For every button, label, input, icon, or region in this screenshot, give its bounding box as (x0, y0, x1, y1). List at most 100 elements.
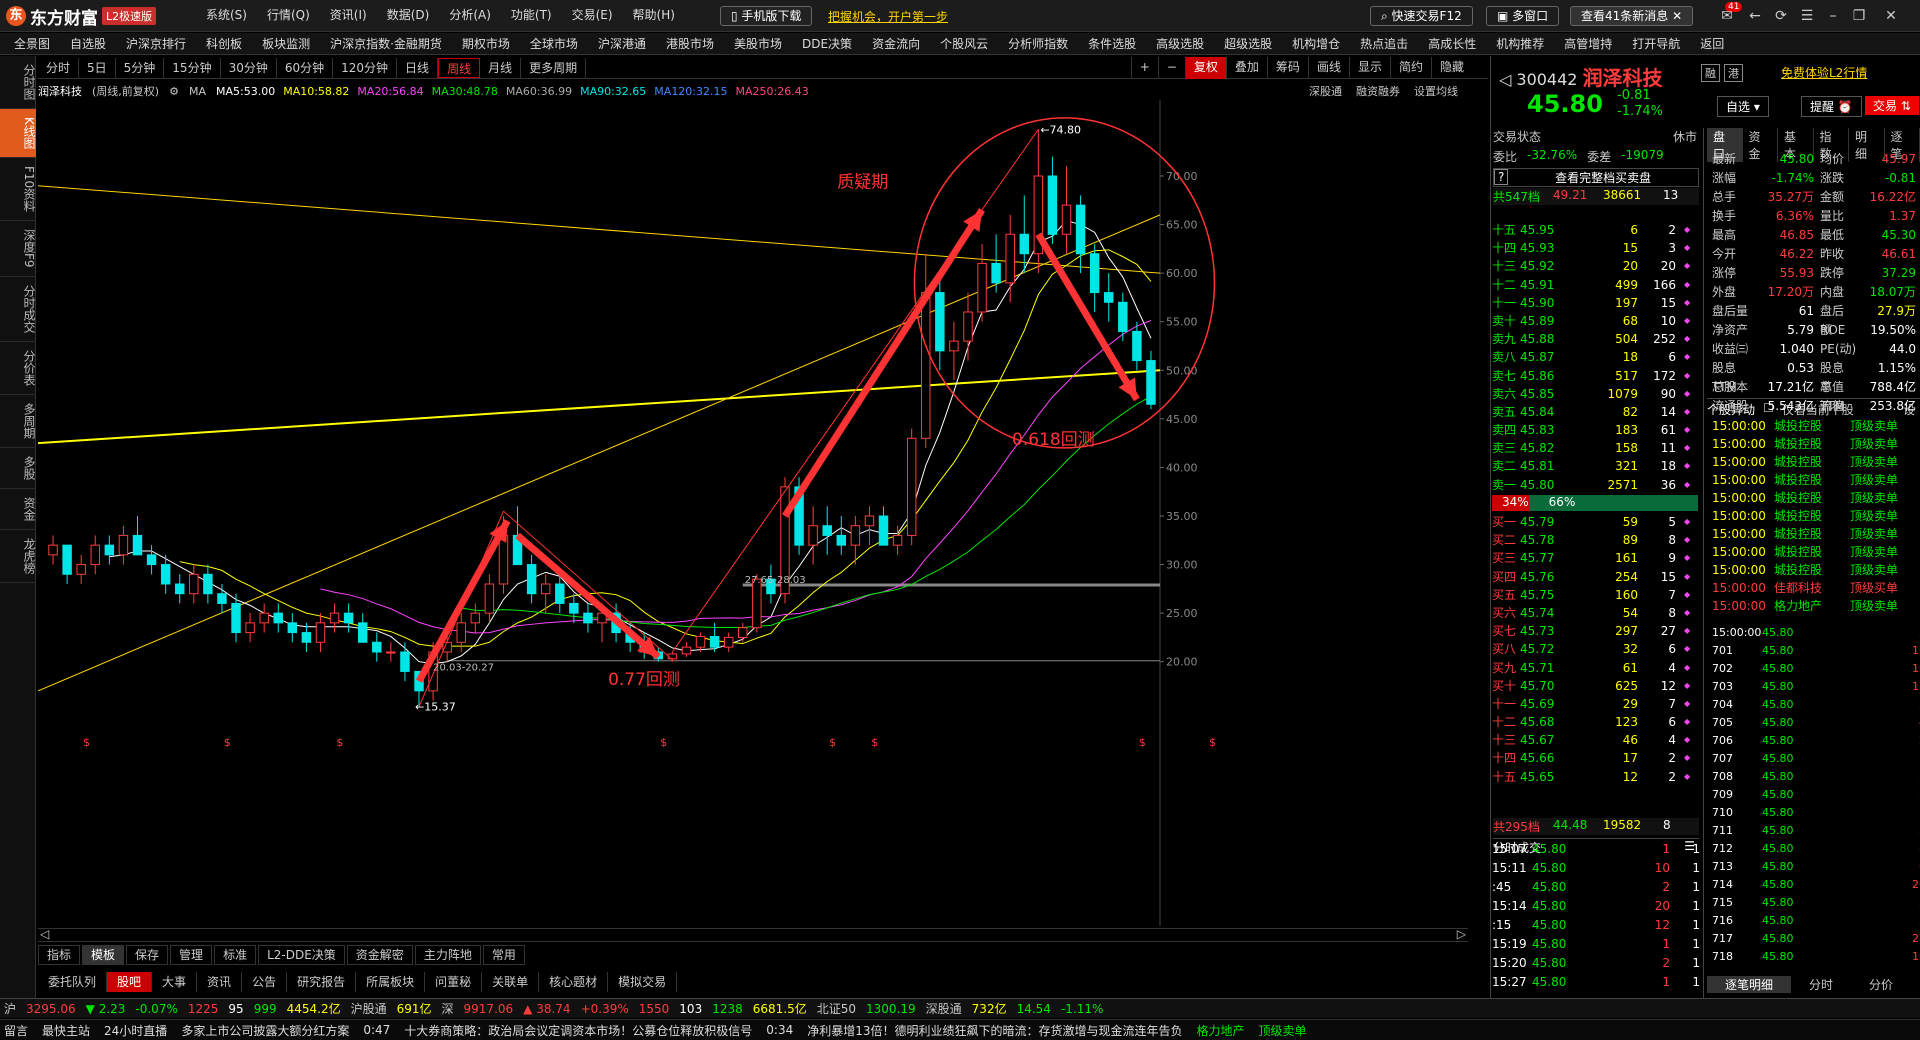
nav-item[interactable]: 沪深港通 (598, 35, 646, 52)
info-tab[interactable]: 委托队列 (38, 972, 108, 992)
watchlist-button[interactable]: 自选 ▾ (1717, 96, 1769, 117)
scroll-right-icon[interactable]: ▷ (1457, 927, 1466, 941)
tick-tab[interactable]: 分价 (1851, 976, 1911, 993)
tool-button[interactable]: + (1130, 57, 1158, 79)
sidebar-item[interactable]: 龙虎榜 (0, 530, 36, 583)
period-tab[interactable]: 5日 (79, 57, 116, 78)
l2-trial-link[interactable]: 免费体验L2行情 (1781, 64, 1867, 81)
ticker-item[interactable]: 顶级卖单 (1259, 1022, 1307, 1039)
sidebar-item[interactable]: 多股 (0, 448, 36, 489)
gear-icon[interactable]: ⚙ (169, 85, 179, 98)
tool-button[interactable]: 复权 (1184, 57, 1226, 79)
info-tab[interactable]: 公告 (242, 972, 288, 992)
alert-row[interactable]: 15:00:00 佳都科技 顶级买单 (1706, 579, 1920, 597)
menu-item[interactable]: 资讯(I) (330, 6, 367, 26)
nav-item[interactable]: 板块监测 (262, 35, 310, 52)
period-tab[interactable]: 周线 (438, 57, 481, 78)
nav-item[interactable]: 资金流向 (872, 35, 920, 52)
promo-link[interactable]: 把握机会，开户第一步 (828, 8, 948, 25)
sidebar-item[interactable]: 分时图 (0, 56, 36, 109)
info-tab[interactable]: 关联单 (482, 972, 540, 992)
kline-chart[interactable]: 70.0065.0060.0055.0050.0045.0040.0035.00… (38, 100, 1420, 926)
menu-item[interactable]: 行情(Q) (267, 6, 310, 26)
period-tab[interactable]: 更多周期 (521, 57, 587, 78)
indicator-tab[interactable]: L2-DDE决策 (258, 945, 345, 965)
period-tab[interactable]: 日线 (397, 57, 439, 78)
tool-button[interactable]: 简约 (1389, 57, 1431, 79)
nav-item[interactable]: DDE决策 (802, 35, 852, 52)
menu-item[interactable]: 交易(E) (572, 6, 613, 26)
chart-link[interactable]: 融资融券 (1356, 83, 1400, 99)
sidebar-item[interactable]: K线图 (0, 109, 36, 158)
alert-row[interactable]: 15:00:00 城投控股 顶级卖单 (1706, 525, 1920, 543)
order-book-row[interactable]: 十二 45.68 123 6 ◆ (1490, 713, 1702, 731)
nav-item[interactable]: 机构增仓 (1292, 35, 1340, 52)
order-book-row[interactable]: 十五 45.65 12 2 ◆ (1490, 768, 1702, 786)
menu-item[interactable]: 帮助(H) (633, 6, 675, 26)
order-book-row[interactable]: 买八 45.72 32 6 ◆ (1490, 640, 1702, 658)
ticker-item[interactable]: 多家上市公司披露大额分红方案 (181, 1022, 349, 1039)
order-book-row[interactable]: 买五 45.75 160 7 ◆ (1490, 586, 1702, 604)
tool-button[interactable]: 叠加 (1225, 57, 1267, 79)
tick-tab[interactable]: 逐笔明细 (1707, 976, 1792, 993)
ticker-item[interactable]: 净利暴增13倍！德明利业绩狂飙下的暗流：存货激增与现金流连年告负 (807, 1022, 1182, 1039)
nav-item[interactable]: 科创板 (206, 35, 242, 52)
order-book-row[interactable]: 卖一 45.80 2571 36 ◆ (1490, 476, 1702, 494)
nav-item[interactable]: 分析师指数 (1008, 35, 1068, 52)
indicator-tab[interactable]: 常用 (482, 945, 525, 965)
nav-item[interactable]: 机构推荐 (1496, 35, 1544, 52)
indicator-tab[interactable]: 模板 (82, 945, 125, 965)
minimize-icon[interactable]: – (1822, 6, 1844, 26)
order-book-row[interactable]: 十二 45.91 499 166 ◆ (1490, 276, 1702, 294)
order-book-row[interactable]: 买十 45.70 625 12 ◆ (1490, 677, 1702, 695)
order-book-row[interactable]: 十五 45.95 6 2 ◆ (1490, 221, 1702, 239)
nav-item[interactable]: 沪深京排行 (126, 35, 186, 52)
period-tab[interactable]: 30分钟 (221, 57, 277, 78)
indicator-tab[interactable]: 管理 (170, 945, 213, 965)
order-book-row[interactable]: 买二 45.78 89 8 ◆ (1490, 531, 1702, 549)
period-tab[interactable]: 60分钟 (277, 57, 334, 78)
info-tab[interactable]: 研究报告 (287, 972, 357, 992)
multiwindow-button[interactable]: ▣ 多窗口 (1486, 6, 1560, 26)
order-book-row[interactable]: 卖六 45.85 1079 90 ◆ (1490, 385, 1702, 403)
tool-button[interactable]: − (1157, 57, 1185, 79)
news-button[interactable]: 查看41条新消息 ✕ (1570, 6, 1694, 26)
order-book-row[interactable]: 卖八 45.87 18 6 ◆ (1490, 348, 1702, 366)
chart-link[interactable]: 深股通 (1309, 83, 1342, 99)
order-book-row[interactable]: 十一 45.90 197 15 ◆ (1490, 294, 1702, 312)
menu-item[interactable]: 系统(S) (206, 6, 247, 26)
info-tab[interactable]: 股吧 (107, 972, 153, 992)
scroll-left-icon[interactable]: ◁ (40, 927, 49, 941)
info-tab[interactable]: 大事 (152, 972, 198, 992)
indicator-tab[interactable]: 标准 (214, 945, 257, 965)
tool-button[interactable]: 筹码 (1266, 57, 1308, 79)
nav-item[interactable]: 美股市场 (734, 35, 782, 52)
alert-row[interactable]: 15:00:00 城投控股 顶级卖单 (1706, 507, 1920, 525)
order-book-row[interactable]: 十三 45.92 20 20 ◆ (1490, 257, 1702, 275)
order-book-row[interactable]: 卖七 45.86 517 172 ◆ (1490, 367, 1702, 385)
order-book-row[interactable]: 卖二 45.81 321 18 ◆ (1490, 457, 1702, 475)
alert-row[interactable]: 15:00:00 城投控股 顶级卖单 (1706, 435, 1920, 453)
restore-icon[interactable]: ❐ (1848, 6, 1870, 26)
nav-item[interactable]: 港股市场 (666, 35, 714, 52)
order-book-row[interactable]: 十三 45.67 46 4 ◆ (1490, 731, 1702, 749)
skin-icon[interactable]: ☰ (1796, 6, 1818, 26)
nav-item[interactable]: 期权市场 (462, 35, 510, 52)
period-tab[interactable]: 5分钟 (116, 57, 165, 78)
fast-trade-button[interactable]: ⌕ 快速交易F12 (1370, 6, 1473, 26)
chart-scrollbar[interactable]: ◁ ▷ (38, 927, 1468, 942)
tick-tab[interactable]: 分时 (1791, 976, 1851, 993)
trade-button[interactable]: 交易 ⇅ (1865, 96, 1919, 115)
info-tab[interactable]: 所属板块 (356, 972, 426, 992)
indicator-tab[interactable]: 资金解密 (346, 945, 413, 965)
order-book-row[interactable]: 卖九 45.88 504 252 ◆ (1490, 330, 1702, 348)
nav-item[interactable]: 沪深京指数·金融期货 (330, 35, 442, 52)
nav-item[interactable]: 高成长性 (1428, 35, 1476, 52)
tool-button[interactable]: 显示 (1348, 57, 1390, 79)
indicator-tab[interactable]: 主力阵地 (414, 945, 481, 965)
sidebar-item[interactable]: 多周期 (0, 395, 36, 448)
tool-button[interactable]: 隐藏 (1430, 57, 1472, 79)
ticker-item[interactable]: 格力地产 (1197, 1022, 1245, 1039)
order-book-row[interactable]: 卖四 45.83 183 61 ◆ (1490, 421, 1702, 439)
nav-item[interactable]: 打开导航 (1632, 35, 1680, 52)
